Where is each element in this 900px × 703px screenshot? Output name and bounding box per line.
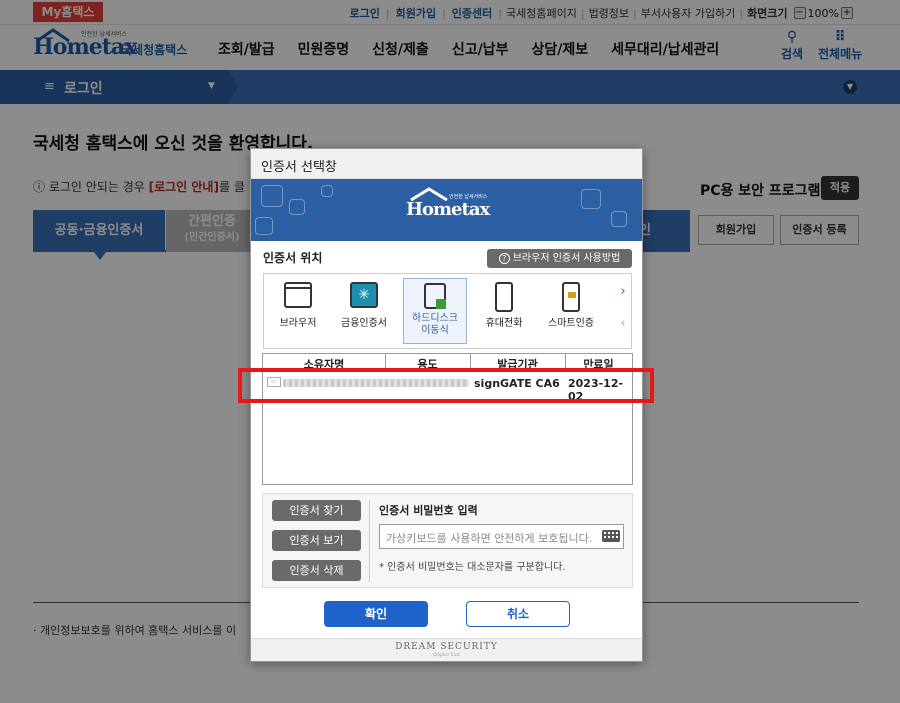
- chevron-left-icon[interactable]: ‹: [615, 316, 631, 331]
- dialog-title: 인증서 선택창: [251, 149, 642, 179]
- cert-location-title: 인증서 위치: [263, 251, 323, 265]
- virtual-keyboard-icon[interactable]: [602, 530, 620, 542]
- chevron-right-icon[interactable]: ›: [615, 284, 631, 299]
- password-label: 인증서 비밀번호 입력: [379, 504, 478, 517]
- location-label: 브라우저: [279, 318, 317, 329]
- highlight-box: [238, 368, 654, 403]
- password-note: * 인증서 비밀번호는 대소문자를 구분합니다.: [379, 562, 566, 573]
- view-cert-button[interactable]: 인증서 보기: [272, 530, 361, 551]
- mobile-phone-icon: [495, 282, 513, 312]
- smart-auth-icon: [562, 282, 580, 312]
- howto-label: 브라우저 인증서 사용방법: [512, 253, 621, 264]
- help-icon: ?: [498, 253, 510, 264]
- cert-select-dialog: 인증서 선택창 안전한 납세서비스 Hometax 인증서 위치 ? 브라우저 인…: [250, 148, 643, 662]
- dialog-banner: 안전한 납세서비스 Hometax: [251, 179, 642, 241]
- location-mobile[interactable]: 휴대전화: [472, 278, 536, 344]
- cert-location-list: 브라우저 ✳ 금융인증서 하드디스크 이동식 휴대전화 스마트인증 › ‹: [263, 273, 632, 349]
- vendor-tagline: Original Trust: [433, 652, 460, 657]
- location-label: 스마트인증: [548, 318, 594, 329]
- location-label: 휴대전화: [485, 318, 523, 329]
- delete-cert-button[interactable]: 인증서 삭제: [272, 560, 361, 581]
- password-input[interactable]: 가상키보드를 사용하면 안전하게 보호됩니다.: [379, 524, 624, 549]
- find-cert-button[interactable]: 인증서 찾기: [272, 500, 361, 521]
- network-pattern-icon: [611, 211, 627, 227]
- location-financial-cert[interactable]: ✳ 금융인증서: [332, 278, 396, 344]
- network-pattern-icon: [289, 199, 305, 215]
- divider: [369, 500, 370, 582]
- dialog-footer: DREAM SECURITY Original Trust: [251, 638, 642, 661]
- shield-pattern-icon: [261, 185, 283, 207]
- banner-logo: Hometax: [406, 199, 490, 220]
- password-placeholder: 가상키보드를 사용하면 안전하게 보호됩니다.: [386, 532, 593, 545]
- password-area: 인증서 찾기 인증서 보기 인증서 삭제 인증서 비밀번호 입력 가상키보드를 …: [262, 493, 633, 588]
- location-browser[interactable]: 브라우저: [266, 278, 330, 344]
- harddisk-usb-icon: [424, 283, 446, 309]
- network-pattern-icon: [581, 189, 601, 209]
- location-smart-auth[interactable]: 스마트인증: [539, 278, 603, 344]
- location-label: 하드디스크 이동식: [412, 313, 458, 336]
- lock-pattern-icon: [255, 217, 273, 235]
- location-label: 금융인증서: [341, 318, 387, 329]
- confirm-button[interactable]: 확인: [324, 601, 428, 627]
- cancel-button[interactable]: 취소: [466, 601, 570, 627]
- network-pattern-icon: [321, 185, 333, 197]
- browser-icon: [284, 282, 312, 308]
- financial-cert-icon: ✳: [350, 282, 378, 308]
- browser-cert-howto-button[interactable]: ? 브라우저 인증서 사용방법: [487, 249, 632, 268]
- location-harddisk[interactable]: 하드디스크 이동식: [403, 278, 467, 344]
- vendor-logo: DREAM SECURITY: [395, 642, 498, 652]
